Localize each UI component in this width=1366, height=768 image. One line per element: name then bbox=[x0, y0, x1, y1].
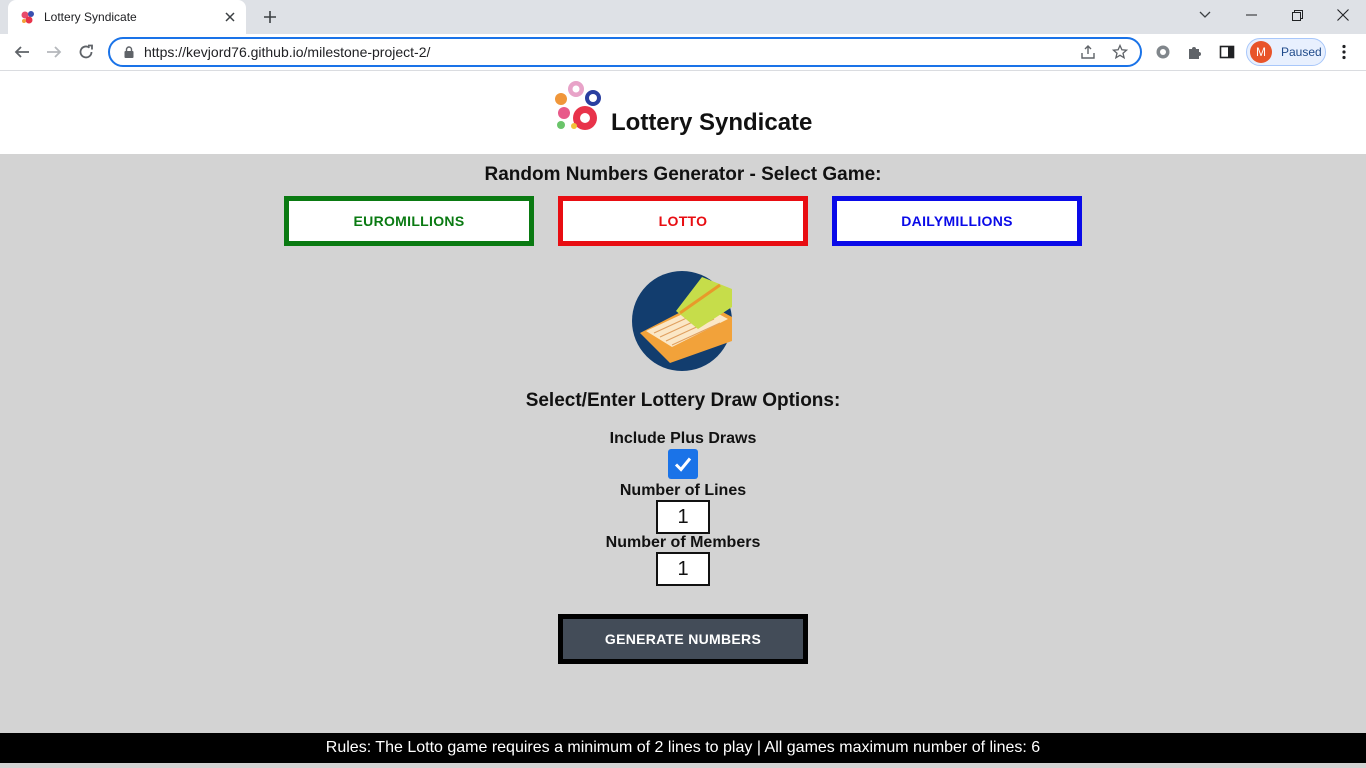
forward-icon[interactable] bbox=[40, 38, 68, 66]
generator-heading: Random Numbers Generator - Select Game: bbox=[484, 164, 882, 185]
site-title: Lottery Syndicate bbox=[611, 109, 813, 136]
side-panel-icon[interactable] bbox=[1215, 40, 1239, 64]
puzzle-icon[interactable] bbox=[1183, 40, 1207, 64]
browser-tab[interactable]: Lottery Syndicate bbox=[8, 0, 246, 34]
tab-strip: Lottery Syndicate bbox=[0, 0, 1366, 34]
tab-title: Lottery Syndicate bbox=[44, 10, 137, 24]
star-icon[interactable] bbox=[1108, 40, 1132, 64]
address-bar[interactable]: https://kevjord76.github.io/milestone-pr… bbox=[108, 37, 1142, 67]
browser-toolbar: https://kevjord76.github.io/milestone-pr… bbox=[0, 34, 1366, 71]
chevron-down-icon[interactable] bbox=[1182, 0, 1228, 30]
profile-status: Paused bbox=[1281, 45, 1322, 59]
options-heading: Select/Enter Lottery Draw Options: bbox=[525, 390, 841, 411]
checkmark-icon bbox=[674, 457, 692, 472]
lines-label: Number of Lines bbox=[619, 482, 747, 499]
plus-draws-checkbox[interactable] bbox=[668, 449, 698, 479]
close-icon[interactable] bbox=[1320, 0, 1366, 30]
page: Lottery Syndicate Random Numbers Generat… bbox=[0, 72, 1366, 768]
rules-footer: Rules: The Lotto game requires a minimum… bbox=[0, 733, 1366, 763]
share-icon[interactable] bbox=[1076, 40, 1100, 64]
back-icon[interactable] bbox=[8, 38, 36, 66]
minimize-icon[interactable] bbox=[1228, 0, 1274, 30]
menu-icon[interactable] bbox=[1332, 40, 1356, 64]
lines-input[interactable]: 1 bbox=[656, 500, 710, 534]
restore-icon[interactable] bbox=[1274, 0, 1320, 30]
url-text[interactable]: https://kevjord76.github.io/milestone-pr… bbox=[144, 44, 1076, 60]
euromillions-button[interactable]: EUROMILLIONS bbox=[284, 196, 534, 246]
lock-icon[interactable] bbox=[122, 45, 136, 59]
tab-close-icon[interactable] bbox=[220, 7, 240, 27]
lottery-ticket-image bbox=[632, 271, 732, 371]
generate-numbers-button[interactable]: GENERATE NUMBERS bbox=[558, 614, 808, 664]
plus-draws-label: Include Plus Draws bbox=[609, 430, 757, 447]
lottery-balls-favicon-icon bbox=[21, 11, 34, 24]
reload-icon[interactable] bbox=[72, 38, 100, 66]
members-input[interactable]: 1 bbox=[656, 552, 710, 586]
lotto-button[interactable]: LOTTO bbox=[558, 196, 808, 246]
members-label: Number of Members bbox=[605, 534, 761, 551]
extension-icon[interactable] bbox=[1151, 40, 1175, 64]
profile-button[interactable]: M Paused bbox=[1246, 38, 1326, 66]
new-tab-icon[interactable] bbox=[258, 5, 282, 29]
dailymillions-button[interactable]: DAILYMILLIONS bbox=[832, 196, 1082, 246]
site-header: Lottery Syndicate bbox=[0, 72, 1366, 154]
avatar: M bbox=[1250, 41, 1272, 63]
lottery-balls-logo-icon bbox=[555, 81, 601, 130]
